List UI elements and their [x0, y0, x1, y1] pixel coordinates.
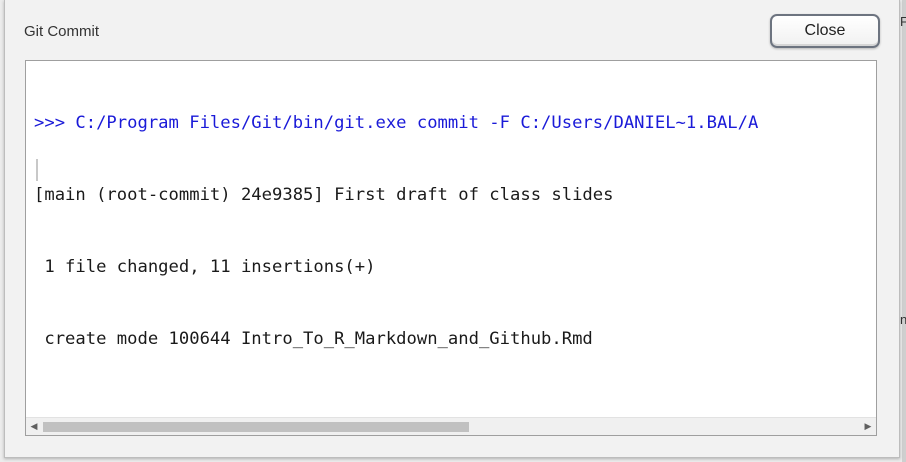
- console-output: >>> C:/Program Files/Git/bin/git.exe com…: [34, 63, 876, 399]
- git-commit-dialog: Git Commit Close >>> C:/Program Files/Gi…: [4, 0, 900, 458]
- scrollbar-thumb[interactable]: [43, 422, 469, 432]
- console-output-line: [main (root-commit) 24e9385] First draft…: [34, 185, 614, 205]
- console-command-line: >>> C:/Program Files/Git/bin/git.exe com…: [34, 113, 759, 133]
- text-caret: [36, 159, 38, 181]
- background-text-fragment: n: [900, 312, 906, 327]
- scroll-left-arrow-icon[interactable]: ◀: [26, 418, 42, 435]
- console-output-line: create mode 100644 Intro_To_R_Markdown_a…: [34, 329, 593, 349]
- background-window-edge: [902, 0, 906, 462]
- console-output-line: 1 file changed, 11 insertions(+): [34, 257, 376, 277]
- dialog-title: Git Commit: [24, 23, 99, 40]
- commit-output-console[interactable]: >>> C:/Program Files/Git/bin/git.exe com…: [25, 60, 877, 436]
- scroll-right-arrow-icon[interactable]: ▶: [860, 418, 876, 435]
- close-button[interactable]: Close: [770, 14, 880, 48]
- background-text-fragment: F: [900, 14, 906, 29]
- horizontal-scrollbar[interactable]: ◀ ▶: [26, 417, 876, 435]
